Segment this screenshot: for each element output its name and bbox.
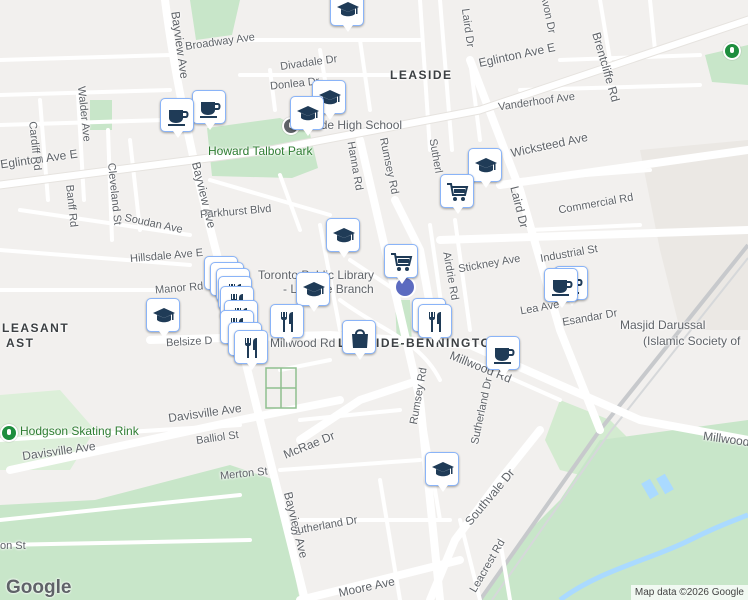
restaurant-marker[interactable] [234,330,268,370]
map-attribution[interactable]: Map data ©2026 Google [630,585,748,600]
poi-howard-talbot-park[interactable]: Howard Talbot Park [208,144,313,158]
poi-hodgson-skating-rink[interactable]: Hodgson Skating Rink [20,424,139,438]
park-marker-icon[interactable] [723,42,741,60]
grocery-marker[interactable] [384,244,418,284]
poi-masjid-line1[interactable]: Masjid Darussal [620,318,705,332]
road-millwood-west: Millwood Rd [270,336,336,350]
map-canvas[interactable]: LEASIDE LEASANT AST LEASIDE-BENNINGTON E… [0,0,748,600]
cafe-marker[interactable] [160,98,194,138]
park-marker-icon[interactable] [0,424,18,442]
school-marker[interactable] [330,0,364,32]
neighbourhood-leaside: LEASIDE [390,68,453,82]
neighbourhood-pleasant-top: LEASANT [2,321,70,335]
school-marker[interactable] [146,298,180,338]
neighbourhood-pleasant-bottom: AST [6,336,35,350]
poi-masjid-line2[interactable]: (Islamic Society of [643,334,740,348]
cafe-marker[interactable] [192,90,226,130]
cafe-marker[interactable] [486,336,520,376]
grocery-marker[interactable] [440,174,474,214]
shopping-marker[interactable] [342,320,376,360]
cafe-marker[interactable] [544,268,578,308]
map-base-layer [0,0,748,600]
road-belsize: Belsize D [165,334,213,350]
school-marker[interactable] [326,218,360,258]
school-marker[interactable] [425,452,459,492]
restaurant-marker[interactable] [270,304,304,344]
school-marker[interactable] [296,272,330,312]
road-on-st: on St [0,540,26,552]
google-logo: Google [6,577,72,598]
restaurant-marker[interactable] [418,304,452,344]
school-marker[interactable] [290,96,324,136]
